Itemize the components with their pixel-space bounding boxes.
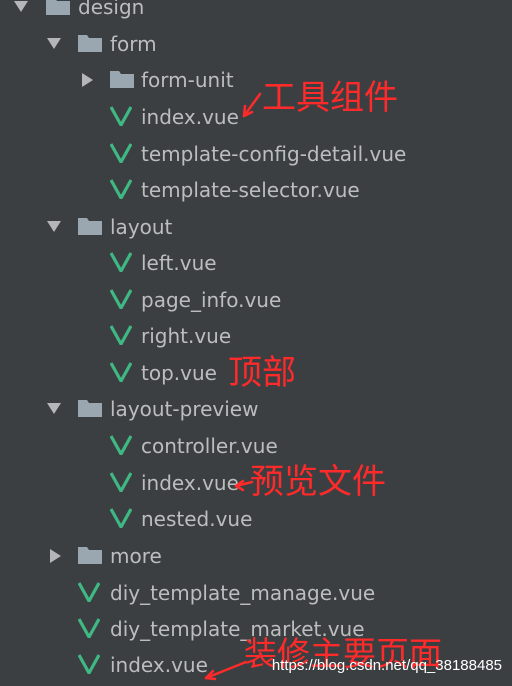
vue-icon — [110, 252, 132, 272]
vue-icon — [110, 106, 132, 126]
tree-node-label: left.vue — [141, 251, 217, 275]
tree-file-controller[interactable]: controller.vue — [0, 429, 512, 465]
vue-icon — [110, 508, 132, 528]
vue-icon — [110, 289, 132, 309]
tree-node-label: layout-preview — [110, 397, 259, 421]
project-tree-panel: design form form-unit index.vue template… — [0, 0, 512, 686]
folder-icon — [78, 218, 102, 235]
annotation-preview-file: 预览文件 — [250, 462, 386, 502]
tree-node-more[interactable]: more — [0, 539, 512, 575]
vue-icon — [110, 472, 132, 492]
tree-node-label: template-config-detail.vue — [141, 142, 407, 166]
chevron-right-icon[interactable] — [82, 73, 93, 87]
tree-node-form-unit[interactable]: form-unit — [0, 63, 512, 99]
tree-node-design[interactable]: design — [0, 0, 512, 26]
tree-file-diy-template-manage[interactable]: diy_template_manage.vue — [0, 576, 512, 612]
annotation-top-part: 顶部 — [228, 353, 296, 393]
tree-file-template-selector[interactable]: template-selector.vue — [0, 173, 512, 209]
tree-node-form[interactable]: form — [0, 27, 512, 63]
tree-node-label: index.vue — [110, 653, 208, 677]
tree-node-label: top.vue — [141, 361, 217, 385]
annotation-tool-component: 工具组件 — [262, 78, 398, 118]
vue-icon — [110, 179, 132, 199]
folder-icon — [78, 547, 102, 564]
watermark-text: https://blog.csdn.net/qq_38188485 — [271, 657, 502, 674]
tree-node-layout[interactable]: layout — [0, 210, 512, 246]
tree-file-right[interactable]: right.vue — [0, 319, 512, 355]
tree-file-form-index[interactable]: index.vue — [0, 100, 512, 136]
vue-icon — [110, 143, 132, 163]
folder-icon — [110, 71, 134, 88]
tree-node-label: form-unit — [141, 68, 234, 92]
chevron-down-icon[interactable] — [47, 38, 61, 49]
tree-node-label: more — [110, 544, 162, 568]
folder-icon — [46, 0, 70, 15]
chevron-down-icon[interactable] — [47, 403, 61, 414]
vue-icon — [110, 362, 132, 382]
tree-file-template-config-detail[interactable]: template-config-detail.vue — [0, 137, 512, 173]
tree-node-label: design — [78, 0, 145, 19]
vue-icon — [110, 325, 132, 345]
vue-icon — [78, 618, 100, 638]
tree-node-label: form — [110, 32, 157, 56]
tree-node-label: diy_template_manage.vue — [110, 581, 376, 605]
vue-icon — [78, 582, 100, 602]
chevron-down-icon[interactable] — [47, 221, 61, 232]
tree-node-label: page_info.vue — [141, 288, 282, 312]
tree-node-label: template-selector.vue — [141, 178, 360, 202]
tree-node-layout-preview[interactable]: layout-preview — [0, 392, 512, 428]
tree-node-label: controller.vue — [141, 434, 278, 458]
tree-file-page-info[interactable]: page_info.vue — [0, 283, 512, 319]
tree-file-left[interactable]: left.vue — [0, 246, 512, 282]
tree-file-nested[interactable]: nested.vue — [0, 502, 512, 538]
tree-node-label: right.vue — [141, 324, 232, 348]
tree-node-label: index.vue — [141, 105, 239, 129]
folder-icon — [78, 35, 102, 52]
chevron-down-icon[interactable] — [14, 1, 28, 12]
tree-node-label: nested.vue — [141, 507, 253, 531]
chevron-right-icon[interactable] — [50, 549, 61, 563]
vue-icon — [110, 435, 132, 455]
tree-node-label: layout — [110, 215, 173, 239]
vue-icon — [78, 654, 100, 674]
tree-node-label: index.vue — [141, 471, 239, 495]
folder-icon — [78, 400, 102, 417]
